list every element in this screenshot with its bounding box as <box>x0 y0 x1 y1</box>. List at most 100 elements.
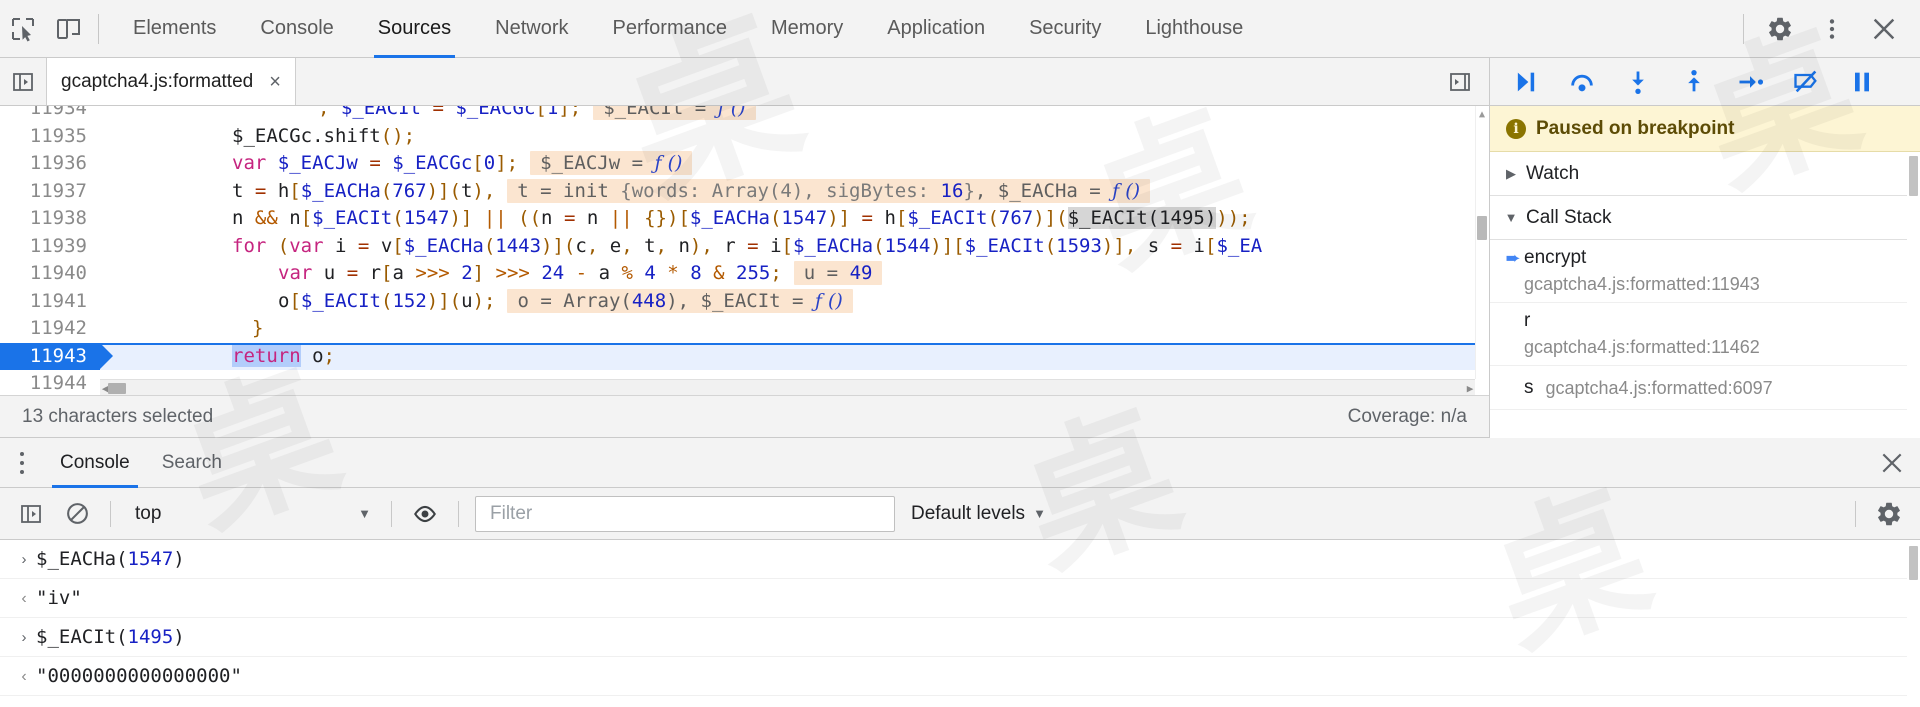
line-number: 11944 <box>0 370 100 395</box>
drawer-tab-console[interactable]: Console <box>44 438 146 488</box>
code-line-11935[interactable]: 11935 $_EACGc.shift(); <box>0 122 1489 150</box>
code-line-11937[interactable]: 11937 t = h[$_EACHa(767)](t), t = init {w… <box>0 177 1489 206</box>
chevron-left-icon: ‹ <box>21 590 27 607</box>
step-over-next-function-call-icon[interactable] <box>1554 59 1610 105</box>
chevron-down-icon: ▼ <box>1504 210 1518 225</box>
settings-gear-icon[interactable] <box>1754 3 1806 55</box>
sidebar-vscroll-thumb[interactable] <box>1909 156 1918 196</box>
console-message-list[interactable]: › $_EACHa(1547) ‹ "iv" › $_EACIt(1495) ‹… <box>0 540 1920 707</box>
console-context-selector[interactable]: top ▼ <box>121 497 381 531</box>
step-into-next-function-call-icon[interactable] <box>1610 59 1666 105</box>
code-line-11938[interactable]: 11938 n && n[$_EACIt(1547)] || ((n = n |… <box>0 205 1489 233</box>
sources-file-tabstrip: gcaptcha4.js:formatted × <box>0 58 1489 106</box>
chevron-right-icon: › <box>21 629 27 646</box>
console-output-message: ‹ "0000000000000000" <box>0 657 1920 696</box>
line-content: t = h[$_EACHa(767)](t), t = init {words: … <box>100 178 1489 206</box>
tab-performance[interactable]: Performance <box>591 0 750 58</box>
line-content: var $_EACJw = $_EACGc[0]; $_EACJw = ƒ () <box>100 150 1489 178</box>
console-filter-box[interactable] <box>475 495 895 532</box>
devtools-window: Elements Console Sources Network Perform… <box>0 0 1920 707</box>
code-line-11936[interactable]: 11936 var $_EACJw = $_EACGc[0]; $_EACJw =… <box>0 150 1489 178</box>
frame-location: gcaptcha4.js:formatted:11462 <box>1524 337 1760 357</box>
drawer-more-tools-kebab-icon[interactable] <box>0 439 44 487</box>
more-tabs-icon[interactable] <box>1437 59 1483 105</box>
line-number: 11937 <box>0 177 100 205</box>
console-settings-gear-icon[interactable] <box>1866 491 1912 537</box>
console-log-levels-selector[interactable]: Default levels ▼ <box>911 503 1046 525</box>
tab-security[interactable]: Security <box>1007 0 1123 58</box>
sidebar-vertical-scrollbar[interactable] <box>1907 152 1920 438</box>
code-line-11940[interactable]: 11940 var u = r[a >>> 2] >>> 24 - a % 4 … <box>0 260 1489 288</box>
call-stack-section-header[interactable]: ▼ Call Stack <box>1490 196 1920 240</box>
source-code-editor[interactable]: 11934 , $_EACIt = $_EACGc[1]; $_EACIt = ƒ… <box>0 106 1489 395</box>
console-filter-input[interactable] <box>488 501 882 526</box>
tab-elements[interactable]: Elements <box>111 0 238 58</box>
tab-lighthouse[interactable]: Lighthouse <box>1123 0 1265 58</box>
step-out-of-current-function-icon[interactable] <box>1666 59 1722 105</box>
tab-application[interactable]: Application <box>865 0 1007 58</box>
watch-section-header[interactable]: ▶ Watch <box>1490 152 1920 196</box>
step-icon[interactable] <box>1722 59 1778 105</box>
chevron-down-icon: ▼ <box>1033 506 1046 521</box>
line-number: 11934 <box>0 106 100 123</box>
create-live-expression-eye-icon[interactable] <box>402 491 448 537</box>
close-devtools-icon[interactable] <box>1858 3 1910 55</box>
file-tabstrip-right <box>1437 59 1489 105</box>
code-line-11944[interactable]: 11944 <box>0 370 1489 395</box>
console-sidebar-toggle-icon[interactable] <box>8 491 54 537</box>
clear-console-icon[interactable] <box>54 491 100 537</box>
code-line-11942[interactable]: 11942 } <box>0 315 1489 343</box>
line-number: 11941 <box>0 287 100 315</box>
debugger-controls-toolbar <box>1489 58 1920 106</box>
frame-function-name: r <box>1524 310 1531 331</box>
panel-tab-list: Elements Console Sources Network Perform… <box>111 0 1265 58</box>
code-line-11941[interactable]: 11941 o[$_EACIt(152)](u); o = Array(448),… <box>0 287 1489 315</box>
line-number: 11938 <box>0 205 100 233</box>
paused-banner-text: Paused on breakpoint <box>1536 117 1735 139</box>
selection-status: 13 characters selected <box>22 405 214 427</box>
show-navigator-icon[interactable] <box>0 59 46 105</box>
current-frame-arrow-icon: ➨ <box>1505 248 1521 268</box>
console-toolbar-divider-2 <box>391 500 392 527</box>
file-tab-name: gcaptcha4.js:formatted <box>61 70 254 92</box>
pause-on-exceptions-icon[interactable] <box>1834 59 1890 105</box>
code-line-11939[interactable]: 11939 for (var i = v[$_EACHa(1443)](c, e… <box>0 232 1489 260</box>
console-toolbar: top ▼ Default levels ▼ <box>0 488 1920 540</box>
tab-memory-label: Memory <box>771 17 844 39</box>
tab-network[interactable]: Network <box>473 0 590 58</box>
console-input-message[interactable]: › $_EACIt(1495) <box>0 618 1920 657</box>
console-input-message[interactable]: › $_EACHa(1547) <box>0 540 1920 579</box>
line-content: return o; <box>232 344 335 367</box>
tab-application-label: Application <box>887 17 986 39</box>
console-expression: $_EACHa(1547) <box>36 548 185 570</box>
watch-section-label: Watch <box>1526 162 1580 184</box>
code-line-11943-current-execution[interactable]: 11943 return o; <box>0 342 1489 370</box>
drawer-close-icon[interactable] <box>1864 438 1920 488</box>
editor-scroll-area[interactable]: 11934 , $_EACIt = $_EACGc[1]; $_EACIt = ƒ… <box>0 106 1489 395</box>
inline-debug-value: u = 49 <box>793 261 883 285</box>
line-content: n && n[$_EACIt(1547)] || ((n = n || {})[… <box>232 207 1251 229</box>
resume-script-execution-icon[interactable] <box>1498 59 1554 105</box>
tab-memory[interactable]: Memory <box>749 0 865 58</box>
call-stack-frame-encrypt[interactable]: ➨ encrypt gcaptcha4.js:formatted:11943 <box>1490 240 1920 303</box>
console-vertical-scrollbar[interactable] <box>1907 540 1920 707</box>
line-number: 11942 <box>0 315 100 343</box>
more-options-kebab-icon[interactable] <box>1806 3 1858 55</box>
inspect-element-icon[interactable] <box>0 7 46 51</box>
tab-sources[interactable]: Sources <box>356 0 473 58</box>
console-result-value: "iv" <box>36 587 82 609</box>
code-line-11934[interactable]: 11934 , $_EACIt = $_EACGc[1]; $_EACIt = ƒ… <box>0 106 1489 123</box>
console-vscroll-thumb[interactable] <box>1909 546 1918 580</box>
drawer-tab-console-label: Console <box>60 451 130 473</box>
line-number: 11936 <box>0 150 100 178</box>
call-stack-frame-r[interactable]: r gcaptcha4.js:formatted:11462 <box>1490 303 1920 366</box>
drawer-tab-search[interactable]: Search <box>146 438 238 488</box>
close-icon[interactable]: × <box>265 72 285 92</box>
deactivate-breakpoints-icon[interactable] <box>1778 59 1834 105</box>
tab-security-label: Security <box>1029 17 1102 39</box>
call-stack-frame-s[interactable]: s gcaptcha4.js:formatted:6097 <box>1490 366 1920 410</box>
drawer-tab-search-label: Search <box>161 451 222 473</box>
file-tab-gcaptcha4[interactable]: gcaptcha4.js:formatted × <box>46 58 296 105</box>
tab-console[interactable]: Console <box>238 0 355 58</box>
device-toolbar-icon[interactable] <box>46 7 92 51</box>
